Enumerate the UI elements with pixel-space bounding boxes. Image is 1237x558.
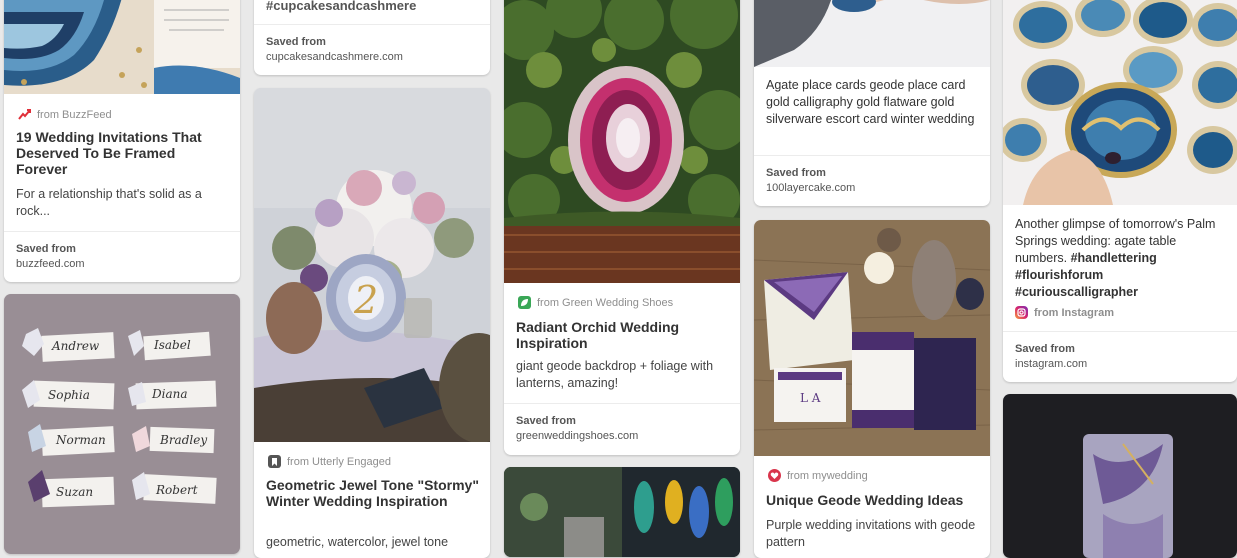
place-card-name: Isabel bbox=[153, 338, 191, 352]
svg-text:L A: L A bbox=[800, 391, 821, 405]
pin-image-agate-table-numbers[interactable] bbox=[1003, 0, 1237, 205]
agate-table-numbers-illustration bbox=[1003, 0, 1237, 205]
saved-from-label: Saved from bbox=[766, 167, 826, 179]
pin-card-crystal-place-cards[interactable]: Andrew Isabel Sophia Diana Norman Bradle… bbox=[4, 294, 240, 554]
bookmark-icon bbox=[268, 455, 281, 468]
saved-from-domain[interactable]: instagram.com bbox=[1015, 358, 1087, 370]
pin-source-label: from Instagram bbox=[1034, 306, 1115, 319]
saved-from-label: Saved from bbox=[16, 243, 76, 255]
pin-source[interactable]: from BuzzFeed bbox=[18, 108, 112, 121]
divider bbox=[754, 155, 990, 156]
pin-image-geode-invitations[interactable] bbox=[4, 0, 240, 94]
pin-image-geode-invitations-purple[interactable]: L A bbox=[754, 220, 990, 456]
agate-collage-illustration bbox=[504, 467, 740, 557]
pin-card-agate-collage[interactable] bbox=[504, 467, 740, 557]
pin-description[interactable]: Another glimpse of tomorrow's Palm Sprin… bbox=[1015, 216, 1223, 301]
place-card-name: Suzan bbox=[56, 485, 93, 499]
heart-icon bbox=[768, 469, 781, 482]
saved-from-label: Saved from bbox=[516, 415, 576, 427]
saved-from-label: Saved from bbox=[266, 36, 326, 48]
pin-title[interactable]: Geometric Jewel Tone "Stormy" Winter Wed… bbox=[266, 477, 480, 509]
saved-from-domain[interactable]: cupcakesandcashmere.com bbox=[266, 51, 403, 63]
pin-card-agate-cake[interactable] bbox=[1003, 394, 1237, 558]
hashtag[interactable]: #curiouscalligrapher bbox=[1015, 285, 1138, 299]
pin-title[interactable]: 19 Wedding Invitations That Deserved To … bbox=[16, 129, 230, 177]
pin-source-label: from Utterly Engaged bbox=[287, 455, 391, 468]
pin-image-agate-cake[interactable] bbox=[1003, 394, 1237, 558]
place-card-name: Robert bbox=[155, 483, 198, 497]
pin-card-utterly-engaged[interactable]: 2 from Utterly Engaged Geometric Jewel T… bbox=[254, 88, 490, 558]
place-card-name: Sophia bbox=[48, 388, 90, 402]
saved-from-domain[interactable]: greenweddingshoes.com bbox=[516, 430, 638, 442]
hashtag[interactable]: #flourishforum bbox=[1015, 268, 1103, 282]
pin-source-label: from Green Wedding Shoes bbox=[537, 296, 674, 309]
pin-source-label: from BuzzFeed bbox=[37, 108, 112, 121]
geode-backdrop-illustration bbox=[504, 0, 740, 283]
purple-agate-cake-illustration bbox=[1003, 394, 1237, 558]
geode-invitation-illustration bbox=[4, 0, 240, 94]
divider bbox=[4, 231, 240, 232]
crystal-place-cards-illustration: Andrew Isabel Sophia Diana Norman Bradle… bbox=[4, 294, 240, 554]
pin-image-agate-place-cards[interactable] bbox=[754, 0, 990, 67]
saved-from-domain[interactable]: 100layercake.com bbox=[766, 182, 855, 194]
pin-title[interactable]: Unique Geode Wedding Ideas bbox=[766, 492, 980, 508]
pin-image-jewel-tone-table[interactable]: 2 bbox=[254, 88, 490, 442]
pin-image-agate-collage[interactable] bbox=[504, 467, 740, 557]
place-card-name: Norman bbox=[55, 433, 106, 447]
divider bbox=[1003, 331, 1237, 332]
pin-card-instagram[interactable]: Another glimpse of tomorrow's Palm Sprin… bbox=[1003, 0, 1237, 382]
pin-description[interactable]: Agate place cards geode place card gold … bbox=[766, 77, 976, 128]
purple-geode-invitations-illustration: L A bbox=[754, 220, 990, 456]
pin-card-green-wedding-shoes[interactable]: from Green Wedding Shoes Radiant Orchid … bbox=[504, 0, 740, 455]
pin-image-geode-backdrop[interactable] bbox=[504, 0, 740, 283]
pin-description: Purple wedding invitations with geode pa… bbox=[766, 518, 976, 549]
pin-title[interactable]: #cupcakesandcashmere bbox=[266, 0, 480, 14]
table-number: 2 bbox=[353, 278, 378, 322]
pin-description: geometric, watercolor, jewel tone bbox=[266, 535, 449, 549]
pin-source[interactable]: from Utterly Engaged bbox=[268, 455, 391, 468]
divider bbox=[504, 403, 740, 404]
place-card-name: Andrew bbox=[51, 339, 100, 353]
pin-card-buzzfeed[interactable]: from BuzzFeed 19 Wedding Invitations Tha… bbox=[4, 0, 240, 282]
saved-from-label: Saved from bbox=[1015, 343, 1075, 355]
pin-card-cupcakes[interactable]: #cupcakesandcashmere Saved from cupcakes… bbox=[254, 0, 490, 75]
green-leaf-icon bbox=[518, 296, 531, 309]
saved-from-domain[interactable]: buzzfeed.com bbox=[16, 258, 84, 270]
divider bbox=[254, 24, 490, 25]
pin-source[interactable]: from Instagram bbox=[1015, 306, 1114, 319]
pin-source[interactable]: from Green Wedding Shoes bbox=[518, 296, 673, 309]
pin-image-crystal-place-cards[interactable]: Andrew Isabel Sophia Diana Norman Bradle… bbox=[4, 294, 240, 554]
pin-title[interactable]: Radiant Orchid Wedding Inspiration bbox=[516, 319, 730, 351]
pin-source-label: from mywedding bbox=[787, 469, 868, 482]
agate-hand-illustration bbox=[754, 0, 990, 67]
pin-source[interactable]: from mywedding bbox=[768, 469, 868, 482]
pin-description: For a relationship that's solid as a roc… bbox=[16, 187, 202, 218]
place-card-name: Diana bbox=[151, 387, 188, 401]
jewel-tone-table-illustration: 2 bbox=[254, 88, 490, 442]
place-card-name: Bradley bbox=[159, 433, 207, 447]
instagram-icon bbox=[1015, 306, 1028, 319]
pin-card-100layercake[interactable]: Agate place cards geode place card gold … bbox=[754, 0, 990, 206]
pin-description: giant geode backdrop + foliage with lant… bbox=[516, 359, 714, 390]
trending-arrow-icon bbox=[18, 108, 31, 121]
hashtag[interactable]: #handlettering bbox=[1071, 251, 1157, 265]
pin-card-mywedding[interactable]: L A from mywedding Unique Geode Wedding … bbox=[754, 220, 990, 558]
